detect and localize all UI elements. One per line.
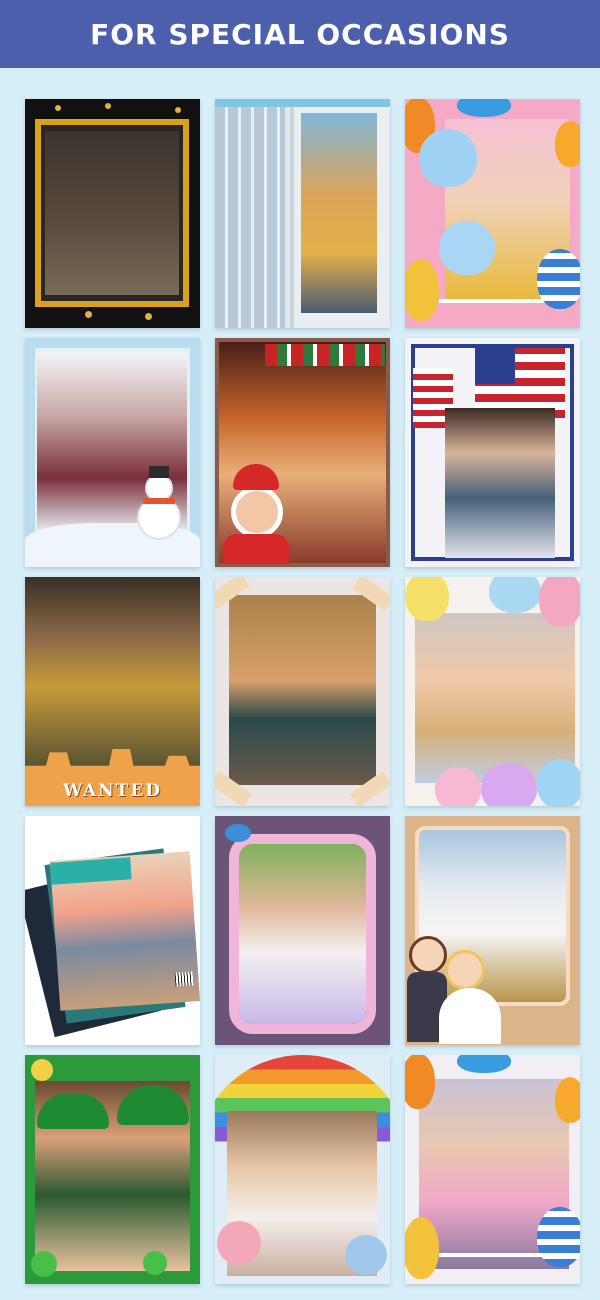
frame-card-winter[interactable]	[25, 338, 200, 567]
frame-photo	[415, 613, 575, 783]
frame-card-party[interactable]	[25, 99, 200, 328]
frame-card-st-patricks[interactable]	[25, 1055, 200, 1284]
clover-decoration	[143, 1251, 167, 1275]
clover-decoration	[31, 1251, 57, 1277]
balloon-orange-right	[555, 1077, 580, 1123]
bird-cartoon	[345, 1235, 387, 1275]
frame-card-wedding[interactable]	[405, 816, 580, 1045]
frame-card-christmas[interactable]	[215, 338, 390, 567]
frame-card-western[interactable]: WANTED	[25, 577, 200, 806]
bride-cartoon-dress	[439, 988, 501, 1044]
bear-cartoon	[217, 1221, 261, 1265]
balloon-striped	[537, 1207, 580, 1267]
bride-cartoon-head	[445, 950, 485, 990]
easter-egg	[489, 577, 541, 613]
confetti-dot	[145, 313, 152, 320]
santa-face	[231, 486, 283, 538]
easter-egg	[435, 767, 481, 806]
easter-egg	[405, 577, 449, 621]
frame-card-easter[interactable]	[405, 577, 580, 806]
star-balloon	[419, 129, 477, 187]
barcode	[174, 971, 194, 987]
frame-card-princess[interactable]	[215, 816, 390, 1045]
wanted-label: WANTED	[62, 781, 163, 801]
confetti-dot	[85, 311, 92, 318]
balloon-yellow	[405, 1217, 439, 1279]
building-facade	[215, 99, 285, 328]
heart-balloon	[439, 221, 495, 275]
snowman-hat	[149, 466, 169, 478]
stockings-row	[265, 344, 385, 366]
groom-cartoon-head	[409, 936, 447, 974]
frame-photo	[45, 131, 179, 295]
balloon-blue	[457, 99, 511, 117]
santa-body	[223, 534, 289, 564]
page-title: FOR SPECIAL OCCASIONS	[90, 17, 510, 51]
frame-card-vintage[interactable]	[215, 577, 390, 806]
frame-grid: WANTED	[25, 99, 580, 1284]
balloon-orange	[405, 1055, 435, 1109]
easter-egg	[539, 577, 580, 627]
frame-card-birthday[interactable]	[405, 99, 580, 328]
clover-decoration	[31, 1059, 53, 1081]
frame-photo	[301, 113, 377, 313]
frame-photo	[445, 408, 555, 558]
balloon-yellow	[405, 259, 439, 321]
header-bar: FOR SPECIAL OCCASIONS	[0, 0, 600, 68]
balloon-blue	[457, 1055, 511, 1073]
easter-egg	[537, 759, 580, 806]
easter-egg	[481, 763, 537, 806]
confetti-dot	[55, 105, 61, 111]
confetti-dot	[105, 103, 111, 109]
balloon-striped	[537, 249, 580, 309]
frame-photo	[229, 595, 376, 785]
frame-photo	[239, 844, 366, 1024]
frame-card-billboard[interactable]	[215, 99, 390, 328]
confetti-dot	[175, 107, 181, 113]
frame-photo	[25, 577, 200, 777]
frame-card-rainbow[interactable]	[215, 1055, 390, 1284]
frame-card-birthday-party[interactable]	[405, 1055, 580, 1284]
flag-canton	[475, 348, 515, 384]
balloon-orange-right	[555, 121, 580, 167]
bird-decoration	[225, 824, 251, 842]
frame-card-magazine[interactable]	[25, 816, 200, 1045]
snowman-scarf	[143, 498, 175, 504]
frame-card-independence-day[interactable]	[405, 338, 580, 567]
sky-strip	[215, 99, 390, 107]
